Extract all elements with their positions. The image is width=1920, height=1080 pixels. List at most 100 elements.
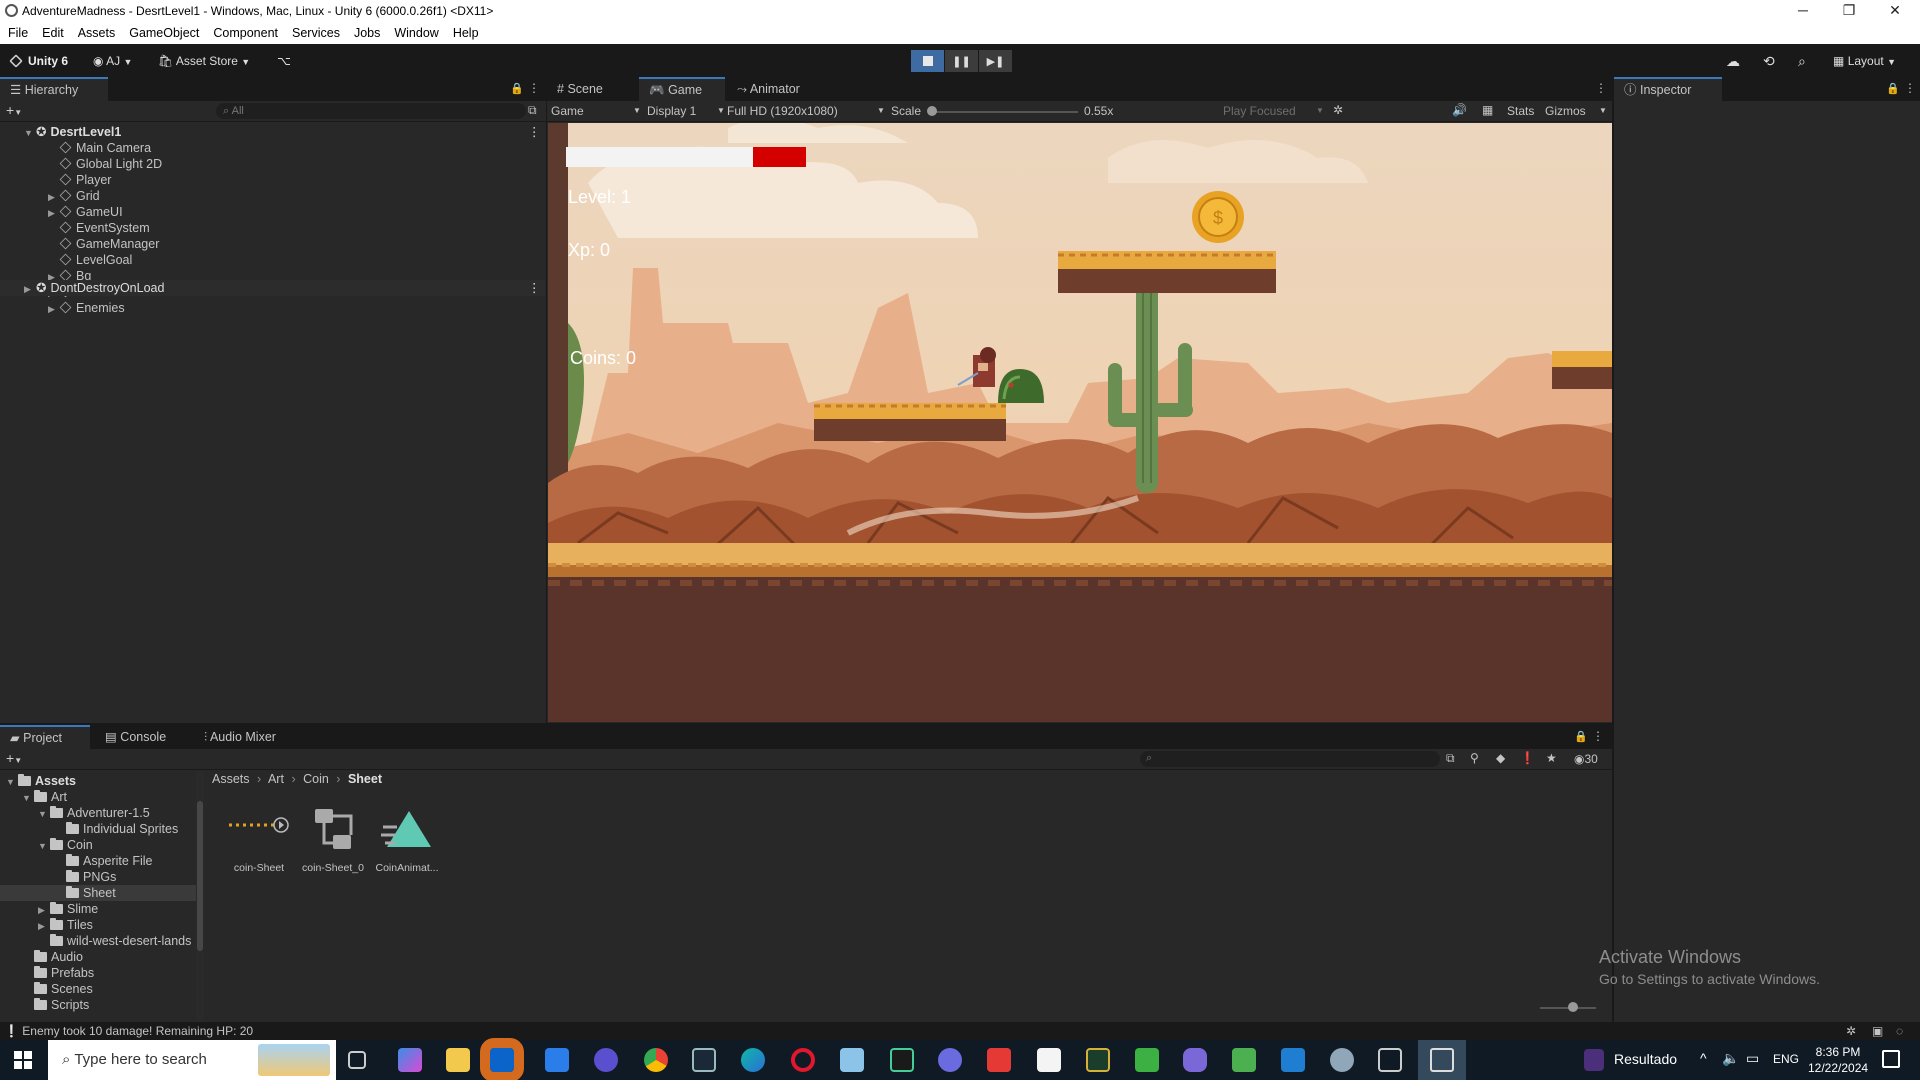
copilot-icon[interactable]	[398, 1048, 422, 1072]
kebab-menu-icon[interactable]: ⋮	[1904, 81, 1916, 95]
lock-icon[interactable]: 🔒	[1886, 82, 1900, 95]
project-tree-item[interactable]: ▶ Tiles	[0, 917, 196, 933]
project-tree-item[interactable]: Prefabs	[0, 965, 196, 981]
project-tree-item[interactable]: ▶ Slime	[0, 901, 196, 917]
calculator-icon[interactable]	[1232, 1048, 1256, 1072]
vscode-icon[interactable]	[1281, 1048, 1305, 1072]
history-icon[interactable]: ⟲	[1763, 51, 1775, 71]
add-button[interactable]: +▼	[6, 102, 22, 118]
play-stop-button[interactable]	[911, 50, 944, 72]
favorite-star-icon[interactable]: ★	[1546, 751, 1557, 765]
minimize-button[interactable]: ─	[1780, 0, 1826, 22]
status-message[interactable]: Enemy took 10 damage! Remaining HP: 20	[22, 1024, 253, 1038]
taskbar-search-box[interactable]: ⌕ Type here to search	[48, 1040, 336, 1080]
hierarchy-item[interactable]: Player	[0, 172, 545, 188]
unity-editor-taskbar-button[interactable]	[1418, 1040, 1466, 1080]
dont-destroy-on-load-row[interactable]: ▶ ✪ DontDestroyOnLoad ⋮	[0, 280, 545, 296]
tab-inspector[interactable]: ⓘ Inspector	[1614, 77, 1722, 101]
menu-services[interactable]: Services	[284, 22, 346, 40]
hidden-packages-count[interactable]: ◉30	[1574, 752, 1598, 766]
chrome-icon[interactable]	[644, 1048, 668, 1072]
notification-center-icon[interactable]	[1882, 1050, 1900, 1068]
menu-edit[interactable]: Edit	[34, 22, 70, 40]
outlook-icon[interactable]	[480, 1038, 524, 1080]
tab-animator[interactable]: ⤳ Animator	[727, 77, 810, 101]
chevron-right-icon[interactable]: ▶	[38, 902, 48, 918]
scene-root[interactable]: ▼ ✪ DesrtLevel1 ⋮	[0, 124, 545, 140]
menu-jobs[interactable]: Jobs	[346, 22, 386, 40]
pause-button[interactable]: ❚❚	[945, 50, 978, 72]
asset-coin-sheet-0[interactable]: coin-Sheet_0	[296, 805, 370, 885]
speaker-icon[interactable]: 🔊	[1452, 103, 1467, 117]
breadcrumb-sheet[interactable]: Sheet	[348, 772, 382, 786]
edge-icon[interactable]	[741, 1048, 765, 1072]
play-focused-dropdown[interactable]: Play Focused ▼	[1223, 104, 1324, 118]
cloud-icon[interactable]: ☁	[1726, 51, 1740, 71]
menu-component[interactable]: Component	[205, 22, 284, 40]
menu-assets[interactable]: Assets	[70, 22, 122, 40]
layout-dropdown[interactable]: ▦ Layout ▼	[1833, 51, 1896, 71]
inbox-icon[interactable]: ▣	[1872, 1022, 1883, 1040]
project-tree-item[interactable]: PNGs	[0, 869, 196, 885]
windows-start-icon[interactable]	[14, 1051, 32, 1069]
gizmos-dropdown[interactable]: Gizmos ▼	[1545, 104, 1610, 118]
debug-icon[interactable]: ✲	[1846, 1022, 1856, 1040]
check-circle-icon[interactable]: ◌	[1896, 1022, 1903, 1040]
display-dropdown[interactable]: Display 1 ▼	[647, 104, 727, 118]
project-search-input[interactable]: ⌕	[1140, 751, 1440, 767]
chevron-right-icon[interactable]: ▶	[38, 918, 48, 934]
clock[interactable]: 8:36 PM 12/22/2024	[1808, 1044, 1868, 1076]
kebab-menu-icon[interactable]: ⋮	[1595, 81, 1607, 95]
project-tree-item[interactable]: ▼ Assets	[0, 773, 196, 789]
account-dropdown[interactable]: ◉ AJ ▼	[93, 51, 132, 71]
chevron-down-icon[interactable]: ▼	[38, 838, 48, 854]
add-button[interactable]: +▼	[6, 750, 22, 766]
kebab-menu-icon[interactable]: ⋮	[1592, 729, 1604, 743]
minecraft-icon[interactable]	[1135, 1048, 1159, 1072]
language-indicator[interactable]: ENG	[1773, 1052, 1799, 1066]
project-tree-item[interactable]: ▼ Art	[0, 789, 196, 805]
warning-icon[interactable]: ❗	[1520, 751, 1535, 765]
project-tree-item[interactable]: Scripts	[0, 997, 196, 1013]
scale-slider-track[interactable]	[928, 111, 1078, 113]
search-by-label-icon[interactable]: ⚲	[1470, 751, 1479, 765]
game-controller-icon[interactable]	[1183, 1048, 1207, 1072]
chevron-up-icon[interactable]: ^	[1700, 1050, 1707, 1066]
breadcrumb-assets[interactable]: Assets	[212, 772, 250, 786]
tab-console[interactable]: ▤ Console	[95, 725, 176, 749]
kebab-menu-icon[interactable]: ⋮	[528, 81, 540, 95]
store-icon[interactable]	[545, 1048, 569, 1072]
terminal-app-icon[interactable]	[890, 1048, 914, 1072]
lock-icon[interactable]: 🔒	[510, 82, 524, 95]
file-explorer-icon[interactable]	[446, 1048, 470, 1072]
hierarchy-item[interactable]: Main Camera	[0, 140, 545, 156]
step-button[interactable]: ▶❚	[979, 50, 1012, 72]
expand-arrow-icon[interactable]: ▶	[48, 205, 58, 221]
project-tree-item[interactable]: Audio	[0, 949, 196, 965]
kebab-menu-icon[interactable]: ⋮	[528, 280, 541, 296]
menu-gameobject[interactable]: GameObject	[121, 22, 205, 40]
weather-widget-label[interactable]: Resultado	[1614, 1051, 1677, 1067]
menu-file[interactable]: File	[0, 22, 34, 40]
restore-button[interactable]: ❐	[1826, 0, 1872, 22]
opera-icon[interactable]	[791, 1048, 815, 1072]
project-tree-item[interactable]: Asperite File	[0, 853, 196, 869]
breadcrumb-art[interactable]: Art	[268, 772, 284, 786]
search-by-type-icon[interactable]: ⧉	[1446, 751, 1455, 766]
search-icon[interactable]: ⌕	[1798, 51, 1806, 71]
unity-hub-icon[interactable]	[1378, 1048, 1402, 1072]
menu-window[interactable]: Window	[386, 22, 444, 40]
steam-icon[interactable]	[692, 1048, 716, 1072]
hierarchy-item[interactable]: LevelGoal	[0, 252, 545, 268]
tab-hierarchy[interactable]: ☰ Hierarchy	[0, 77, 108, 101]
menu-help[interactable]: Help	[445, 22, 485, 40]
project-tree-item[interactable]: Individual Sprites	[0, 821, 196, 837]
kebab-menu-icon[interactable]: ⋮	[528, 124, 541, 140]
tab-scene[interactable]: # Scene	[547, 77, 613, 101]
asset-coin-sheet[interactable]: coin-Sheet	[222, 805, 296, 885]
media-player-icon[interactable]	[594, 1048, 618, 1072]
hierarchy-item[interactable]: Global Light 2D	[0, 156, 545, 172]
project-tree-item[interactable]: ▼ Coin	[0, 837, 196, 853]
expand-arrow-icon[interactable]: ▼	[24, 125, 34, 141]
expand-arrow-icon[interactable]: ▶	[48, 189, 58, 205]
